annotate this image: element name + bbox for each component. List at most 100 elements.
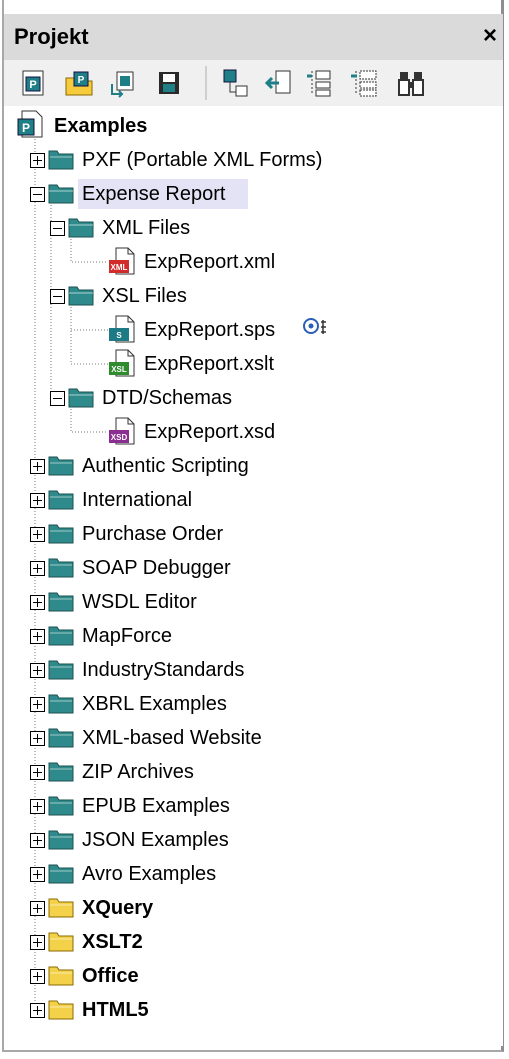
folder-icon — [48, 793, 74, 822]
expand-html5-toggle[interactable] — [30, 1003, 45, 1018]
save-project-icon[interactable] — [154, 68, 184, 98]
tree-item-expreport-xslt[interactable]: ExpReport.xslt — [144, 348, 274, 380]
expand-pxf-portable-xml-forms-toggle[interactable] — [30, 153, 45, 168]
tree-item-json-examples[interactable]: JSON Examples — [82, 824, 229, 856]
tree-item-zip-archives[interactable]: ZIP Archives — [82, 756, 194, 788]
close-icon[interactable]: × — [483, 22, 497, 50]
svg-text:XSD: XSD — [111, 433, 128, 442]
expand-zip-archives-toggle[interactable] — [30, 765, 45, 780]
panel-title: Projekt — [14, 24, 89, 49]
tree-item-avro-examples[interactable]: Avro Examples — [82, 858, 216, 890]
folder-icon — [48, 691, 74, 720]
toolbar-separator — [205, 66, 207, 100]
collapse-xsl-files-toggle[interactable] — [50, 289, 65, 304]
folder-icon — [68, 215, 94, 244]
folder-icon — [48, 657, 74, 686]
sps-file-icon: S — [108, 315, 136, 348]
xsd-file-icon: XSD — [108, 417, 136, 450]
expand-authentic-scripting-toggle[interactable] — [30, 459, 45, 474]
tree-item-expreport-xsd[interactable]: ExpReport.xsd — [144, 416, 275, 448]
tree-item-purchase-order[interactable]: Purchase Order — [82, 518, 223, 550]
add-active-file-icon[interactable] — [264, 68, 294, 98]
folder-icon — [48, 827, 74, 856]
tree-item-html5[interactable]: HTML5 — [82, 994, 149, 1026]
folder-icon — [48, 487, 74, 516]
tree-item-mapforce[interactable]: MapForce — [82, 620, 172, 652]
project-icon: P — [16, 110, 44, 143]
panel-title-bar: Projekt × — [4, 14, 503, 60]
folder-icon — [48, 759, 74, 788]
tree-item-industrystandards[interactable]: IndustryStandards — [82, 654, 244, 686]
collapse-expense-report-toggle[interactable] — [30, 187, 45, 202]
tree-item-wsdl-editor[interactable]: WSDL Editor — [82, 586, 197, 618]
expand-office-toggle[interactable] — [30, 969, 45, 984]
tree-root-label[interactable]: Examples — [54, 110, 147, 142]
folder-icon — [48, 589, 74, 618]
tree-item-authentic-scripting[interactable]: Authentic Scripting — [82, 450, 249, 482]
folder-icon — [68, 385, 94, 414]
svg-text:P: P — [29, 79, 36, 91]
tree-item-soap-debugger[interactable]: SOAP Debugger — [82, 552, 231, 584]
new-project-icon[interactable]: P — [18, 68, 48, 98]
xslt-file-icon: XSL — [108, 349, 136, 382]
folder-icon — [48, 895, 74, 924]
expand-industrystandards-toggle[interactable] — [30, 663, 45, 678]
folder-icon — [48, 623, 74, 652]
add-folder-icon[interactable] — [306, 68, 336, 98]
folder-icon — [48, 725, 74, 754]
expand-mapforce-toggle[interactable] — [30, 629, 45, 644]
tree-item-xquery[interactable]: XQuery — [82, 892, 153, 924]
folder-icon — [48, 555, 74, 584]
expand-xml-based-website-toggle[interactable] — [30, 731, 45, 746]
svg-text:XML: XML — [111, 263, 128, 272]
open-project-icon[interactable]: P — [64, 68, 94, 98]
tree-item-xslt2[interactable]: XSLT2 — [82, 926, 143, 958]
svg-text:P: P — [22, 121, 30, 135]
tree-item-pxf-portable-xml-forms[interactable]: PXF (Portable XML Forms) — [82, 144, 322, 176]
expand-xslt2-toggle[interactable] — [30, 935, 45, 950]
xml-file-icon: XML — [108, 247, 136, 280]
folder-icon — [48, 521, 74, 550]
tree-item-international[interactable]: International — [82, 484, 192, 516]
expand-xbrl-examples-toggle[interactable] — [30, 697, 45, 712]
collapse-dtd-schemas-toggle[interactable] — [50, 391, 65, 406]
tree-item-epub-examples[interactable]: EPUB Examples — [82, 790, 230, 822]
tree-item-xml-files[interactable]: XML Files — [102, 212, 190, 244]
tree-item-dtd-schemas[interactable]: DTD/Schemas — [102, 382, 232, 414]
expand-international-toggle[interactable] — [30, 493, 45, 508]
tree-item-xsl-files[interactable]: XSL Files — [102, 280, 187, 312]
sps-design-settings-icon — [302, 316, 328, 345]
folder-icon — [48, 861, 74, 890]
find-in-project-icon[interactable] — [396, 68, 426, 98]
expand-epub-examples-toggle[interactable] — [30, 799, 45, 814]
expand-wsdl-editor-toggle[interactable] — [30, 595, 45, 610]
project-toolbar: P P — [4, 60, 503, 106]
expand-avro-examples-toggle[interactable] — [30, 867, 45, 882]
folder-icon — [48, 453, 74, 482]
tree-item-expreport-xml[interactable]: ExpReport.xml — [144, 246, 275, 278]
folder-icon — [48, 147, 74, 176]
tree-item-xml-based-website[interactable]: XML-based Website — [82, 722, 262, 754]
tree-item-expense-report[interactable]: Expense Report — [82, 178, 225, 210]
expand-json-examples-toggle[interactable] — [30, 833, 45, 848]
folder-icon — [48, 929, 74, 958]
project-tree: P Examples PXF (Portable XML Forms) Expense… — [4, 106, 503, 1046]
tree-item-xbrl-examples[interactable]: XBRL Examples — [82, 688, 227, 720]
add-external-folder-icon[interactable] — [350, 68, 380, 98]
folder-icon — [48, 963, 74, 992]
folder-icon — [68, 283, 94, 312]
expand-xquery-toggle[interactable] — [30, 901, 45, 916]
tree-item-expreport-sps[interactable]: ExpReport.sps — [144, 314, 275, 346]
expand-purchase-order-toggle[interactable] — [30, 527, 45, 542]
folder-icon — [48, 997, 74, 1026]
svg-text:XSL: XSL — [111, 365, 127, 374]
expand-soap-debugger-toggle[interactable] — [30, 561, 45, 576]
tree-item-office[interactable]: Office — [82, 960, 139, 992]
add-files-icon[interactable] — [220, 68, 250, 98]
svg-text:S: S — [116, 331, 122, 340]
reload-project-icon[interactable] — [108, 68, 138, 98]
collapse-xml-files-toggle[interactable] — [50, 221, 65, 236]
project-panel: Projekt × P P P Examples PXF (Portable X… — [2, 0, 504, 1052]
folder-icon — [48, 181, 74, 210]
svg-text:P: P — [78, 75, 85, 86]
